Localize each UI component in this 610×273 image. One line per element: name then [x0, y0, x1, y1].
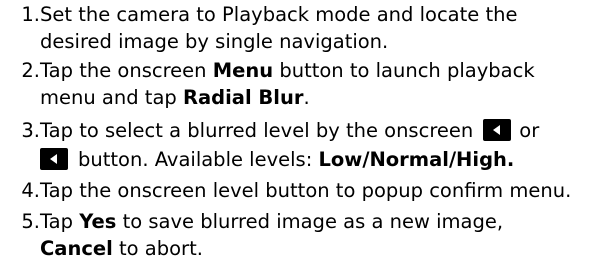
step-number: 4.	[21, 179, 40, 202]
instructions-page: 1. Set the camera to Playback mode and l…	[0, 0, 610, 273]
step-text: Tap to select a blurred level by the ons…	[40, 118, 539, 143]
text-fragment: to abort.	[112, 237, 203, 260]
levels-label: Low/Normal/High.	[318, 148, 515, 171]
step-text: Set the camera to Playback mode and loca…	[40, 3, 518, 26]
cancel-label: Cancel	[40, 237, 113, 260]
left-arrow-button-icon	[483, 119, 512, 141]
step-text: Tap Yes to save blurred image as a new i…	[40, 209, 503, 234]
text-fragment: Tap	[40, 210, 80, 233]
step-text: desired image by single navigation.	[40, 30, 389, 53]
step-text: menu and tap Radial Blur.	[40, 85, 310, 110]
yes-label: Yes	[79, 210, 117, 233]
text-fragment: .	[303, 86, 310, 109]
text-fragment: menu and tap	[40, 86, 183, 109]
text-fragment: Tap to select a blurred level by the ons…	[40, 119, 474, 142]
step-text: Tap the onscreen level button to popup c…	[40, 179, 572, 202]
step-number: 1.	[21, 3, 40, 26]
step-text: Tap the onscreen Menu button to launch p…	[40, 58, 535, 83]
menu-label: Menu	[212, 59, 274, 82]
left-arrow-button-icon	[40, 148, 68, 170]
radial-blur-label: Radial Blur	[182, 86, 304, 109]
text-fragment: Tap the onscreen	[40, 59, 213, 82]
text-fragment: button to launch playback	[273, 59, 535, 82]
text-fragment: button. Available levels:	[78, 148, 319, 171]
text-fragment: to save blurred image as a new image,	[116, 210, 504, 233]
step-number: 2.	[21, 59, 40, 82]
step-number: 5.	[21, 210, 40, 233]
step-number: 3.	[21, 119, 40, 142]
step-text: button. Available levels: Low/Normal/Hig…	[40, 147, 514, 172]
text-fragment: or	[519, 119, 540, 142]
step-text: Cancel to abort.	[40, 236, 203, 261]
